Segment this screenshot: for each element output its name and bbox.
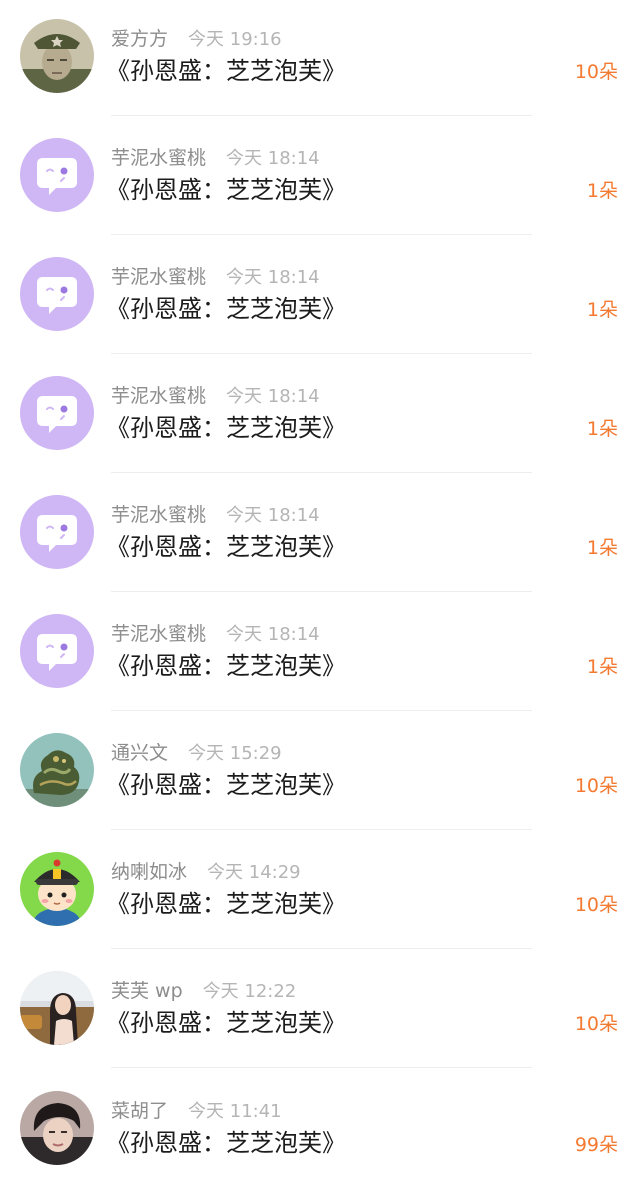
jade-dragon-avatar	[20, 733, 94, 807]
gift-count: 1朵	[586, 656, 618, 678]
timestamp: 今天 11:41	[188, 1101, 282, 1122]
gift-count: 10朵	[574, 1013, 618, 1035]
gift-title: 《孙恩盛：芝芝泡芙》	[106, 533, 346, 561]
avatar[interactable]	[20, 19, 94, 93]
avatar[interactable]	[20, 852, 94, 926]
username[interactable]: 通兴文	[111, 742, 168, 764]
gift-count: 10朵	[574, 894, 618, 916]
divider	[111, 948, 532, 949]
cartoon-qing-official-avatar	[20, 852, 94, 926]
divider	[111, 234, 532, 235]
name-line: 芙芙 wp 今天 12:22	[111, 978, 296, 1004]
chat-bubble-icon	[20, 138, 94, 212]
divider	[111, 115, 532, 116]
name-line: 芋泥水蜜桃 今天 18:14	[111, 145, 320, 171]
timestamp: 今天 18:14	[226, 624, 320, 645]
gift-count: 1朵	[586, 537, 618, 559]
avatar[interactable]	[20, 971, 94, 1045]
divider	[111, 829, 532, 830]
username[interactable]: 芋泥水蜜桃	[111, 504, 206, 526]
gift-title: 《孙恩盛：芝芝泡芙》	[106, 771, 346, 799]
gift-title: 《孙恩盛：芝芝泡芙》	[106, 57, 346, 85]
username[interactable]: 芙芙 wp	[111, 980, 183, 1002]
username[interactable]: 菜胡了	[111, 1100, 168, 1122]
gift-count: 10朵	[574, 775, 618, 797]
timestamp: 今天 18:14	[226, 386, 320, 407]
avatar[interactable]	[20, 257, 94, 331]
woman-photo-avatar	[20, 971, 94, 1045]
gift-title: 《孙恩盛：芝芝泡芙》	[106, 652, 346, 680]
timestamp: 今天 18:14	[226, 148, 320, 169]
gift-title: 《孙恩盛：芝芝泡芙》	[106, 1129, 346, 1157]
name-line: 纳喇如冰 今天 14:29	[111, 859, 301, 885]
timestamp: 今天 18:14	[226, 505, 320, 526]
gift-count: 99朵	[574, 1134, 618, 1156]
list-item[interactable]: 芋泥水蜜桃 今天 18:14 《孙恩盛：芝芝泡芙》 1朵	[0, 238, 640, 357]
timestamp: 今天 18:14	[226, 267, 320, 288]
name-line: 芋泥水蜜桃 今天 18:14	[111, 502, 320, 528]
gift-count: 1朵	[586, 180, 618, 202]
gift-title: 《孙恩盛：芝芝泡芙》	[106, 890, 346, 918]
username[interactable]: 芋泥水蜜桃	[111, 147, 206, 169]
divider	[111, 710, 532, 711]
name-line: 菜胡了 今天 11:41	[111, 1098, 282, 1124]
avatar[interactable]	[20, 138, 94, 212]
timestamp: 今天 14:29	[207, 862, 301, 883]
divider	[111, 353, 532, 354]
name-line: 通兴文 今天 15:29	[111, 740, 282, 766]
list-item[interactable]: 菜胡了 今天 11:41 《孙恩盛：芝芝泡芙》 99朵	[0, 1071, 640, 1190]
chat-bubble-icon	[20, 376, 94, 450]
avatar[interactable]	[20, 1091, 94, 1165]
gift-count: 1朵	[586, 418, 618, 440]
gift-title: 《孙恩盛：芝芝泡芙》	[106, 1009, 346, 1037]
username[interactable]: 芋泥水蜜桃	[111, 385, 206, 407]
list-item[interactable]: 爱方方 今天 19:16 《孙恩盛：芝芝泡芙》 10朵	[0, 0, 640, 119]
gift-count: 10朵	[574, 61, 618, 83]
list-item[interactable]: 芋泥水蜜桃 今天 18:14 《孙恩盛：芝芝泡芙》 1朵	[0, 476, 640, 595]
avatar[interactable]	[20, 733, 94, 807]
name-line: 爱方方 今天 19:16	[111, 26, 282, 52]
list-item[interactable]: 通兴文 今天 15:29 《孙恩盛：芝芝泡芙》 10朵	[0, 714, 640, 833]
timestamp: 今天 12:22	[202, 981, 297, 1002]
avatar[interactable]	[20, 376, 94, 450]
gift-title: 《孙恩盛：芝芝泡芙》	[106, 414, 346, 442]
username[interactable]: 芋泥水蜜桃	[111, 266, 206, 288]
soldier-photo-avatar	[20, 19, 94, 93]
gift-title: 《孙恩盛：芝芝泡芙》	[106, 295, 346, 323]
timestamp: 今天 19:16	[188, 29, 282, 50]
avatar[interactable]	[20, 614, 94, 688]
name-line: 芋泥水蜜桃 今天 18:14	[111, 264, 320, 290]
username[interactable]: 爱方方	[111, 28, 168, 50]
chat-bubble-icon	[20, 257, 94, 331]
name-line: 芋泥水蜜桃 今天 18:14	[111, 621, 320, 647]
avatar[interactable]	[20, 495, 94, 569]
username[interactable]: 芋泥水蜜桃	[111, 623, 206, 645]
list-item[interactable]: 芋泥水蜜桃 今天 18:14 《孙恩盛：芝芝泡芙》 1朵	[0, 357, 640, 476]
gift-record-list: 爱方方 今天 19:16 《孙恩盛：芝芝泡芙》 10朵 芋泥水蜜桃 今天 18:14…	[0, 0, 640, 1183]
divider	[111, 1067, 532, 1068]
chat-bubble-icon	[20, 495, 94, 569]
divider	[111, 591, 532, 592]
young-man-photo-avatar	[20, 1091, 94, 1165]
divider	[111, 472, 532, 473]
gift-title: 《孙恩盛：芝芝泡芙》	[106, 176, 346, 204]
timestamp: 今天 15:29	[188, 743, 282, 764]
list-item[interactable]: 芋泥水蜜桃 今天 18:14 《孙恩盛：芝芝泡芙》 1朵	[0, 119, 640, 238]
list-item[interactable]: 纳喇如冰 今天 14:29 《孙恩盛：芝芝泡芙》 10朵	[0, 833, 640, 952]
list-item[interactable]: 芙芙 wp 今天 12:22 《孙恩盛：芝芝泡芙》 10朵	[0, 952, 640, 1071]
name-line: 芋泥水蜜桃 今天 18:14	[111, 383, 320, 409]
list-item[interactable]: 芋泥水蜜桃 今天 18:14 《孙恩盛：芝芝泡芙》 1朵	[0, 595, 640, 714]
username[interactable]: 纳喇如冰	[111, 861, 187, 883]
chat-bubble-icon	[20, 614, 94, 688]
gift-count: 1朵	[586, 299, 618, 321]
